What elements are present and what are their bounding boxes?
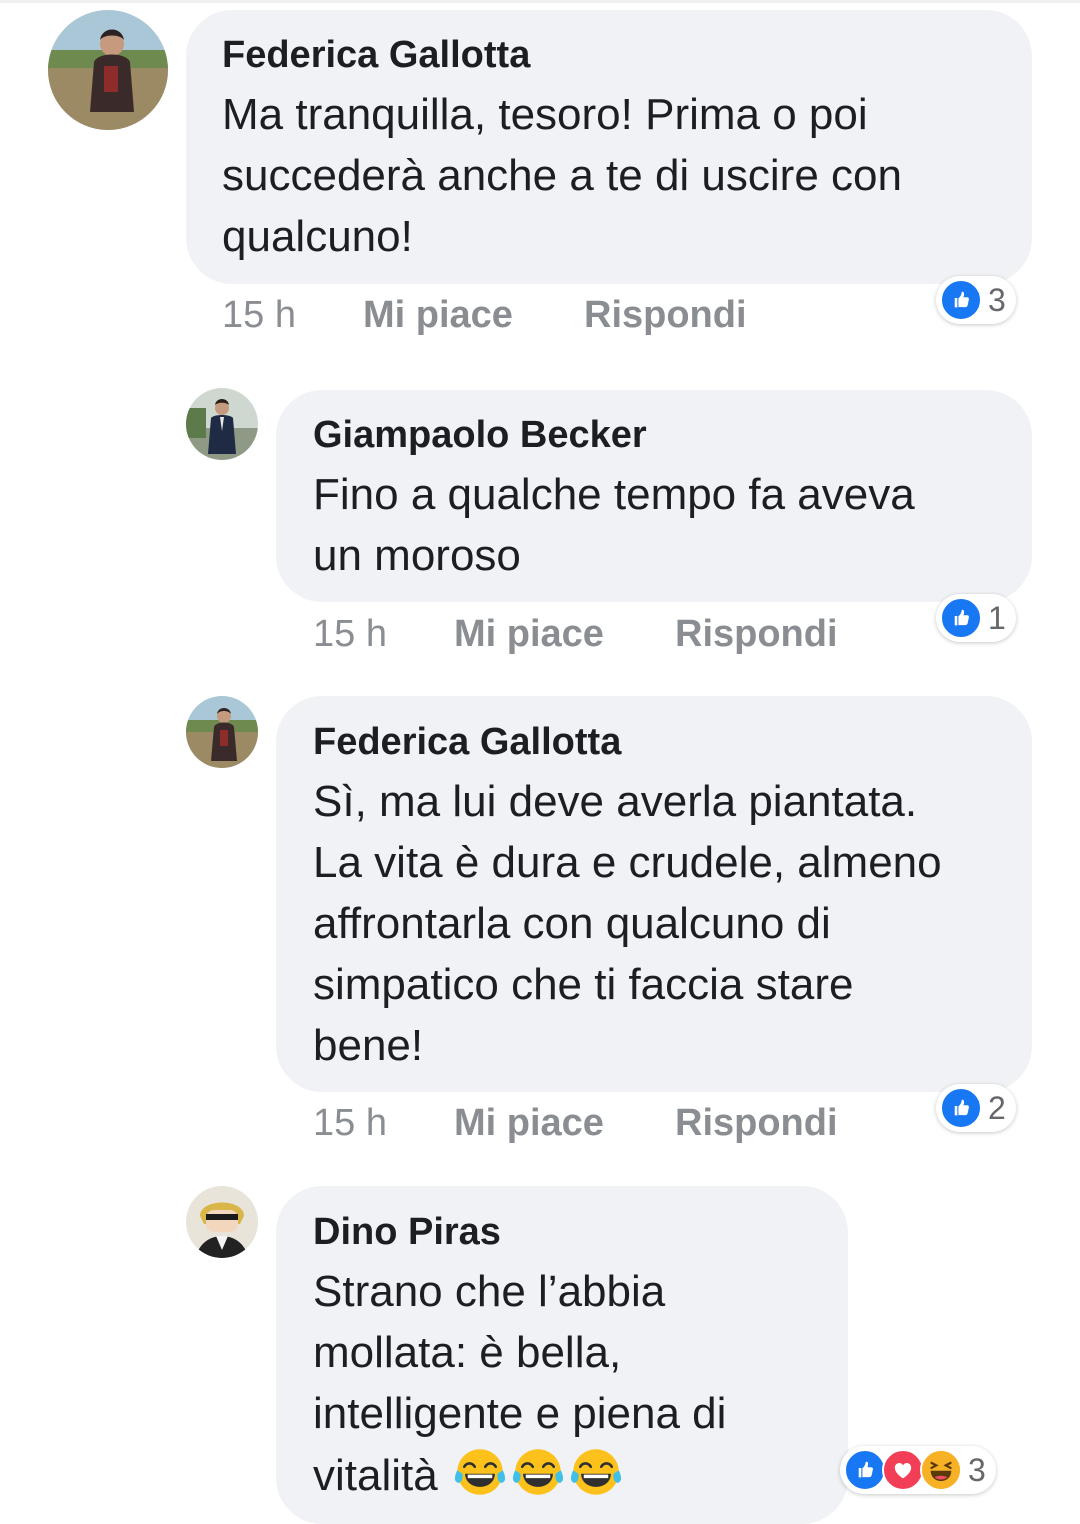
comment-text-line: Ma tranquilla, tesoro! Prima o poi xyxy=(222,90,868,139)
avatar-photo-icon xyxy=(186,388,258,460)
comment-timestamp[interactable]: 15 h xyxy=(313,1102,387,1145)
comment-text-line: affrontarla con qualcuno di xyxy=(313,899,831,948)
avatar[interactable] xyxy=(48,10,168,130)
comment-text-line: Sì, ma lui deve averla piantata. xyxy=(313,777,918,826)
comment-timestamp[interactable]: 15 h xyxy=(313,613,387,656)
avatar[interactable] xyxy=(186,1186,258,1258)
comment-3: Federica Gallotta Sì, ma lui deve averla… xyxy=(0,688,1080,1168)
reactions-summary[interactable]: 3 xyxy=(936,276,1016,324)
love-icon xyxy=(882,1449,924,1491)
reactions-summary[interactable]: 1 xyxy=(936,594,1016,642)
comment-text-line: qualcuno! xyxy=(222,212,413,261)
comment-author[interactable]: Federica Gallotta xyxy=(222,34,530,77)
avatar-anime-icon xyxy=(186,1186,258,1258)
avatar[interactable] xyxy=(186,696,258,768)
tears-of-joy-emoji xyxy=(568,1444,624,1500)
comment-text: Strano che l’abbia mollata: è bella, int… xyxy=(313,1261,726,1506)
reactions-summary[interactable]: 3 xyxy=(840,1446,996,1494)
comment-author[interactable]: Federica Gallotta xyxy=(313,721,621,764)
comment-author[interactable]: Giampaolo Becker xyxy=(313,414,647,457)
like-icon xyxy=(844,1449,886,1491)
comment-2: Giampaolo Becker Fino a qualche tempo fa… xyxy=(0,380,1080,680)
comment-text-line: La vita è dura e crudele, almeno xyxy=(313,838,942,887)
comment-text: Sì, ma lui deve averla piantata. La vita… xyxy=(313,771,942,1076)
comment-text-line: bene! xyxy=(313,1021,424,1070)
comment-timestamp[interactable]: 15 h xyxy=(222,294,296,337)
comment-text-line: Fino a qualche tempo fa aveva xyxy=(313,470,915,519)
haha-icon xyxy=(920,1449,962,1491)
tears-of-joy-emoji xyxy=(510,1444,566,1500)
comment-1: Federica Gallotta Ma tranquilla, tesoro!… xyxy=(0,0,1080,360)
like-button[interactable]: Mi piace xyxy=(363,294,513,337)
like-icon xyxy=(940,597,982,639)
reaction-count: 3 xyxy=(968,1451,986,1488)
like-icon xyxy=(940,279,982,321)
like-icon xyxy=(940,1087,982,1129)
comment-text-line-with-emoji: vitalità xyxy=(313,1444,726,1506)
comment-author[interactable]: Dino Piras xyxy=(313,1211,501,1254)
comment-text-line: Strano che l’abbia xyxy=(313,1267,666,1316)
reaction-count: 3 xyxy=(988,281,1006,318)
comment-text-line: vitalità xyxy=(313,1451,438,1500)
comment-4: Dino Piras Strano che l’abbia mollata: è… xyxy=(0,1178,1080,1524)
like-button[interactable]: Mi piace xyxy=(454,613,604,656)
comment-text-line: intelligente e piena di xyxy=(313,1389,727,1438)
reaction-count: 2 xyxy=(988,1089,1006,1126)
comment-text-line: simpatico che ti faccia stare xyxy=(313,960,854,1009)
like-button[interactable]: Mi piace xyxy=(454,1102,604,1145)
avatar-photo-icon xyxy=(186,696,258,768)
comment-text: Ma tranquilla, tesoro! Prima o poi succe… xyxy=(222,84,902,267)
comment-text-line: succederà anche a te di uscire con xyxy=(222,151,902,200)
reply-button[interactable]: Rispondi xyxy=(584,294,747,337)
reply-button[interactable]: Rispondi xyxy=(675,613,838,656)
comment-text-line: un moroso xyxy=(313,531,521,580)
avatar[interactable] xyxy=(186,388,258,460)
comment-text-line: mollata: è bella, xyxy=(313,1328,622,1377)
comment-text: Fino a qualche tempo fa aveva un moroso xyxy=(313,464,915,586)
tears-of-joy-emoji xyxy=(452,1444,508,1500)
reactions-summary[interactable]: 2 xyxy=(936,1084,1016,1132)
avatar-photo-icon xyxy=(48,10,168,130)
reply-button[interactable]: Rispondi xyxy=(675,1102,838,1145)
reaction-count: 1 xyxy=(988,599,1006,636)
